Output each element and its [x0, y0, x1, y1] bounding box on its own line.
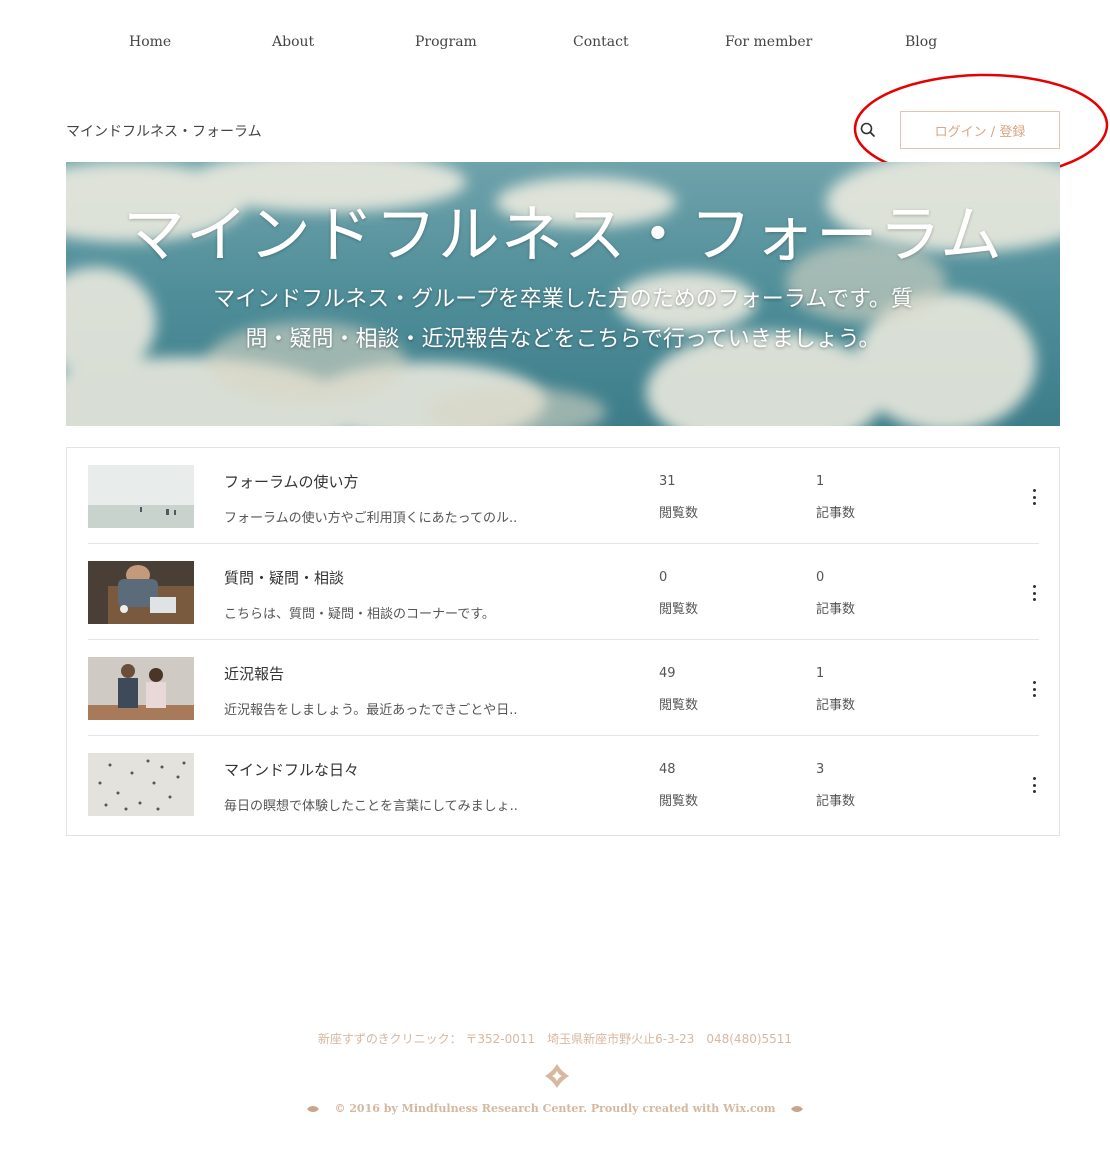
posts-count: 3	[816, 762, 825, 777]
nav-program[interactable]: Program	[415, 34, 477, 50]
more-vertical-icon[interactable]	[1028, 582, 1040, 604]
leaf-ornament-icon	[790, 1105, 803, 1112]
posts-count: 0	[816, 570, 825, 585]
views-count: 49	[659, 666, 676, 681]
category-title[interactable]: マインドフルな日々	[224, 759, 359, 780]
category-thumbnail	[88, 753, 194, 816]
category-row[interactable]: フォーラムの使い方 フォーラムの使い方やご利用頂くにあたってのル.. 31 閲覧…	[88, 448, 1039, 544]
category-thumbnail	[88, 465, 194, 528]
posts-label: 記事数	[816, 698, 856, 713]
views-label: 閲覧数	[659, 794, 699, 809]
nav-home[interactable]: Home	[129, 34, 171, 50]
category-title[interactable]: フォーラムの使い方	[224, 471, 359, 492]
nav-blog[interactable]: Blog	[905, 34, 937, 50]
nav-for-member[interactable]: For member	[725, 34, 812, 50]
search-icon	[860, 122, 875, 137]
category-row[interactable]: 近況報告 近況報告をしましょう。最近あったできごとや日.. 49 閲覧数 1 記…	[88, 640, 1039, 736]
views-count: 31	[659, 474, 676, 489]
leaf-ornament-icon	[307, 1105, 320, 1112]
category-description: フォーラムの使い方やご利用頂くにあたってのル..	[224, 511, 518, 526]
category-row[interactable]: マインドフルな日々 毎日の瞑想で体験したことを言葉にしてみましょ.. 48 閲覧…	[88, 736, 1039, 832]
more-vertical-icon[interactable]	[1028, 678, 1040, 700]
category-thumbnail	[88, 561, 194, 624]
category-list: フォーラムの使い方 フォーラムの使い方やご利用頂くにあたってのル.. 31 閲覧…	[66, 447, 1060, 836]
hero-subtitle: マインドフルネス・グループを卒業した方のためのフォーラムです。質問・疑問・相談・…	[213, 287, 913, 352]
hero-banner: マインドフルネス・フォーラム マインドフルネス・グループを卒業した方のためのフォ…	[66, 162, 1060, 426]
footer-copyright-row: © 2016 by Mindfulness Research Center. P…	[0, 1102, 1110, 1115]
category-description: 近況報告をしましょう。最近あったできごとや日..	[224, 703, 518, 718]
posts-label: 記事数	[816, 602, 856, 617]
posts-label: 記事数	[816, 506, 856, 521]
nav-about[interactable]: About	[272, 34, 314, 50]
footer-copyright: © 2016 by Mindfulness Research Center. P…	[334, 1102, 776, 1115]
search-button[interactable]	[857, 119, 879, 141]
footer-address: 新座すずのきクリニック： 〒352-0011 埼玉県新座市野火止6-3-23 0…	[317, 1032, 793, 1046]
more-vertical-icon[interactable]	[1028, 774, 1040, 796]
category-title[interactable]: 質問・疑問・相談	[224, 567, 344, 588]
category-row[interactable]: 質問・疑問・相談 こちらは、質問・疑問・相談のコーナーです。 0 閲覧数 0 記…	[88, 544, 1039, 640]
posts-count: 1	[816, 666, 825, 681]
main-nav: Home About Program Contact For member Bl…	[0, 0, 1110, 90]
views-label: 閲覧数	[659, 602, 699, 617]
hero-title: マインドフルネス・フォーラム	[122, 198, 1004, 271]
category-description: こちらは、質問・疑問・相談のコーナーです。	[224, 607, 495, 622]
views-count: 0	[659, 570, 668, 585]
more-vertical-icon[interactable]	[1028, 486, 1040, 508]
posts-label: 記事数	[816, 794, 856, 809]
forum-breadcrumb[interactable]: マインドフルネス・フォーラム	[66, 121, 262, 141]
login-register-button[interactable]: ログイン / 登録	[900, 111, 1060, 149]
views-label: 閲覧数	[659, 698, 699, 713]
category-title[interactable]: 近況報告	[224, 663, 284, 684]
category-description: 毎日の瞑想で体験したことを言葉にしてみましょ..	[224, 799, 518, 814]
nav-contact[interactable]: Contact	[573, 34, 629, 50]
views-label: 閲覧数	[659, 506, 699, 521]
views-count: 48	[659, 762, 676, 777]
posts-count: 1	[816, 474, 825, 489]
category-thumbnail	[88, 657, 194, 720]
diamond-logo-icon	[545, 1064, 569, 1088]
